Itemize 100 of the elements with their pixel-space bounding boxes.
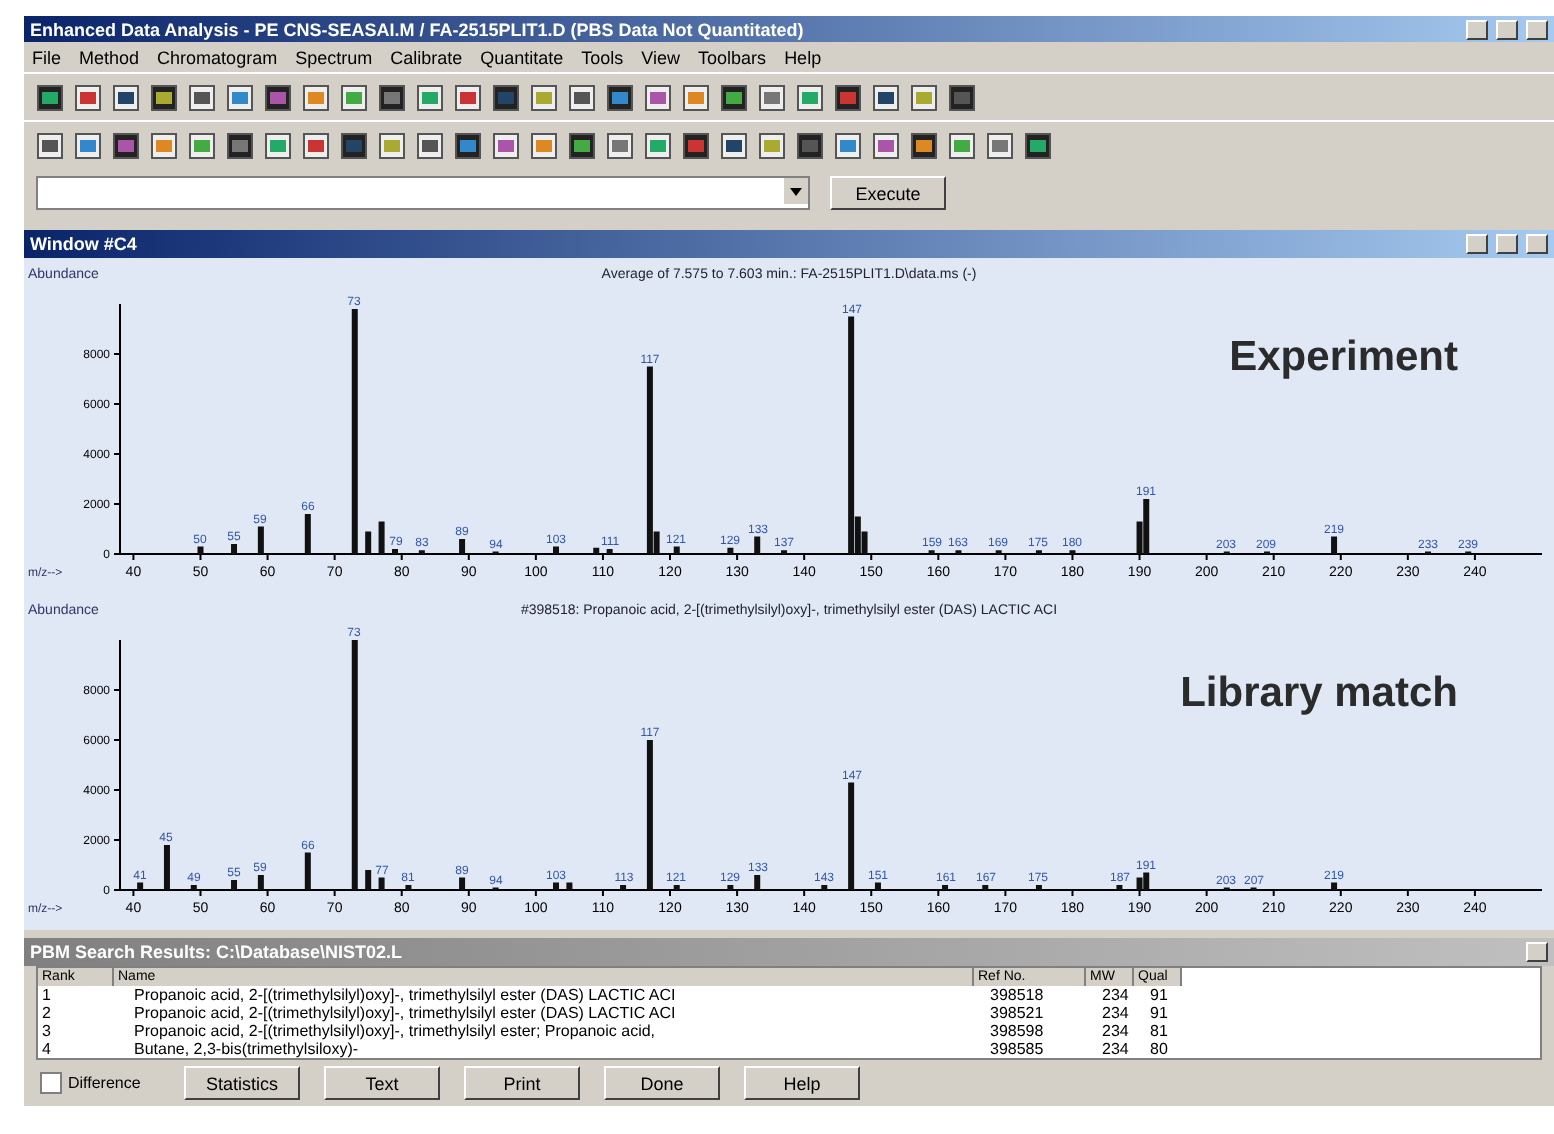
tool-icon[interactable] — [36, 131, 64, 160]
table-cell-text: 81 — [1148, 1022, 1170, 1040]
table-cell-text: Propanoic acid, 2-[(trimethylsilyl)oxy]-, trimethylsilyl ester (DAS) LACTIC ACI — [132, 986, 678, 1004]
close-button[interactable] — [1526, 942, 1548, 962]
tool-icon[interactable] — [530, 83, 558, 112]
tool-icon[interactable] — [340, 83, 368, 112]
table-cell-text: 398598 — [988, 1022, 1046, 1040]
tool-icon[interactable] — [948, 131, 976, 160]
tool-icon[interactable] — [378, 83, 406, 112]
table-cell-text: 398585 — [988, 1040, 1046, 1058]
tool-icon[interactable] — [758, 131, 786, 160]
table-cell-text: 398521 — [988, 1004, 1046, 1022]
table-cell-text: Propanoic acid, 2-[(trimethylsilyl)oxy]-, trimethylsilyl ester (DAS) LACTIC ACI — [132, 1004, 678, 1022]
close-button[interactable] — [1526, 19, 1548, 40]
menu-item[interactable]: File — [32, 47, 62, 68]
tool-icon[interactable] — [226, 131, 254, 160]
table-cell-text: 2 — [40, 1004, 53, 1022]
tool-icon[interactable] — [720, 83, 748, 112]
maximize-button[interactable] — [1496, 234, 1518, 254]
tool-icon[interactable] — [302, 83, 330, 112]
command-field[interactable] — [36, 176, 810, 211]
caret-icon — [790, 187, 802, 196]
tool-icon[interactable] — [986, 131, 1014, 160]
tool-icon[interactable] — [796, 83, 824, 112]
tool-icon[interactable] — [74, 83, 102, 112]
tool-icon[interactable] — [226, 83, 254, 112]
tool-icon[interactable] — [682, 83, 710, 112]
tool-icon[interactable] — [416, 83, 444, 112]
tool-icon[interactable] — [568, 131, 596, 160]
tool-icon[interactable] — [112, 131, 140, 160]
table-cell-text: 234 — [1100, 986, 1131, 1004]
menu-item[interactable]: Toolbars — [698, 47, 767, 68]
window-title: Enhanced Data Analysis - PE CNS-SEASAI.M / FA-2515PLIT1.D (PBS Data Not Quantitated) — [30, 19, 806, 40]
tool-icon[interactable] — [872, 83, 900, 112]
table-cell-text: 4 — [40, 1040, 53, 1058]
table-cell-text: 1 — [40, 986, 53, 1004]
checkbox-label: Difference — [68, 1074, 141, 1092]
menu-item[interactable]: Tools — [581, 47, 624, 68]
tool-icon[interactable] — [378, 131, 406, 160]
close-button[interactable] — [1526, 234, 1548, 254]
menu-item[interactable]: Help — [784, 47, 822, 68]
dropdown-button[interactable] — [784, 178, 808, 205]
menu-item[interactable]: Chromatogram — [157, 47, 278, 68]
menu-item[interactable]: Calibrate — [390, 47, 463, 68]
tool-icon[interactable] — [454, 131, 482, 160]
execute-button[interactable]: Execute — [830, 176, 946, 211]
dialog-button[interactable]: Done — [604, 1066, 721, 1100]
tool-icon[interactable] — [796, 131, 824, 160]
tool-icon[interactable] — [758, 83, 786, 112]
maximize-button[interactable] — [1496, 19, 1518, 40]
menu-item[interactable]: Quantitate — [480, 47, 564, 68]
tool-icon[interactable] — [682, 131, 710, 160]
tool-icon[interactable] — [302, 131, 330, 160]
table-cell-text: 398518 — [988, 986, 1046, 1004]
tool-icon[interactable] — [644, 131, 672, 160]
menu-item[interactable]: View — [641, 47, 681, 68]
tool-icon[interactable] — [910, 131, 938, 160]
table-cell-text: 3 — [40, 1022, 53, 1040]
tool-icon[interactable] — [74, 131, 102, 160]
tool-icon[interactable] — [910, 83, 938, 112]
menu-item[interactable]: Spectrum — [295, 47, 373, 68]
dialog-button[interactable]: Print — [464, 1066, 581, 1100]
dialog-button[interactable]: Text — [324, 1066, 441, 1100]
dialog-button[interactable]: Help — [744, 1066, 861, 1100]
tool-icon[interactable] — [948, 83, 976, 112]
tool-icon[interactable] — [720, 131, 748, 160]
table-cell-text: 91 — [1148, 1004, 1170, 1022]
tool-icon[interactable] — [264, 83, 292, 112]
tool-icon[interactable] — [264, 131, 292, 160]
table-cell-text: 234 — [1100, 1040, 1131, 1058]
spectrum-caption: Library match — [1180, 670, 1458, 718]
tool-icon[interactable] — [606, 83, 634, 112]
tool-icon[interactable] — [188, 83, 216, 112]
tool-icon[interactable] — [834, 131, 862, 160]
minimize-button[interactable] — [1466, 234, 1488, 254]
tool-icon[interactable] — [606, 131, 634, 160]
tool-icon[interactable] — [530, 131, 558, 160]
tool-icon[interactable] — [454, 83, 482, 112]
tool-icon[interactable] — [872, 131, 900, 160]
results-title: PBM Search Results: C:\Database\NIST02.L — [30, 942, 405, 962]
tool-icon[interactable] — [1024, 131, 1052, 160]
spectrum-caption: Experiment — [1229, 334, 1458, 382]
tool-icon[interactable] — [644, 83, 672, 112]
tool-icon[interactable] — [416, 131, 444, 160]
tool-icon[interactable] — [492, 131, 520, 160]
table-cell-text: 234 — [1100, 1004, 1131, 1022]
tool-icon[interactable] — [36, 83, 64, 112]
menu-item[interactable]: Method — [79, 47, 140, 68]
minimize-button[interactable] — [1466, 19, 1488, 40]
tool-icon[interactable] — [112, 83, 140, 112]
tool-icon[interactable] — [492, 83, 520, 112]
tool-icon[interactable] — [834, 83, 862, 112]
tool-icon[interactable] — [188, 131, 216, 160]
tool-icon[interactable] — [568, 83, 596, 112]
tool-icon[interactable] — [150, 83, 178, 112]
tool-icon[interactable] — [340, 131, 368, 160]
difference-checkbox[interactable]: Difference — [40, 1072, 160, 1094]
table-cell-text: 91 — [1148, 986, 1170, 1004]
tool-icon[interactable] — [150, 131, 178, 160]
dialog-button[interactable]: Statistics — [184, 1066, 301, 1100]
